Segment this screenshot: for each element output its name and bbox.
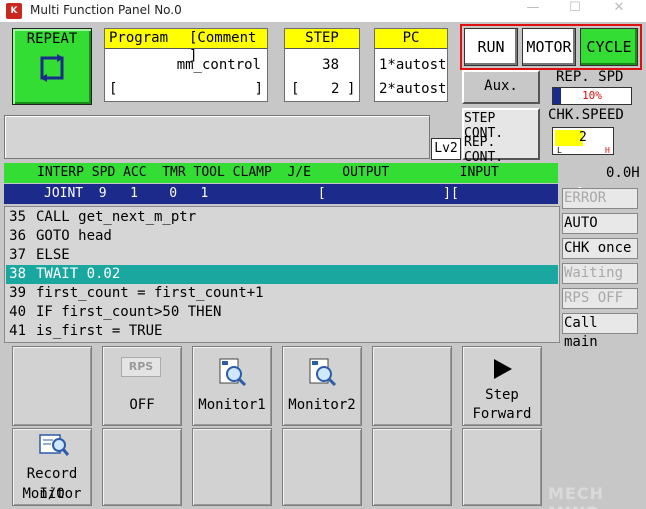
step-sub-close: ] (347, 81, 356, 97)
empty-tile-5[interactable] (282, 428, 362, 506)
monitor2-label: Monitor2 (288, 397, 356, 413)
monitor2-button[interactable]: Monitor2 (282, 346, 362, 426)
step-forward-line-1: Step (485, 387, 519, 403)
program-comment-open: [ (109, 81, 118, 97)
run-button[interactable]: RUN (464, 28, 518, 66)
status-columns-header: INTERP SPD ACC TMR TOOL CLAMP J/E OUTPUT… (4, 163, 558, 183)
message-area (4, 115, 430, 159)
monitor1-button[interactable]: Monitor1 (192, 346, 272, 426)
program-line[interactable]: 39 first_count = first_count+1 (6, 284, 558, 303)
chk-speed-high: H (605, 146, 610, 155)
pc-box[interactable]: PC 1*autost 2*autost (374, 28, 448, 102)
program-line-number: 38 (9, 266, 26, 282)
status-right-value: 0.0H (606, 165, 640, 181)
repeat-label: REPEAT (26, 31, 78, 47)
step-sub-value: 2 (331, 81, 340, 97)
program-line-number: 37 (9, 247, 26, 263)
program-line-text: first_count = first_count+1 (36, 285, 264, 301)
aux-label: Aux. (484, 78, 518, 94)
program-line-text: TWAIT 0.02 (36, 266, 121, 282)
side-button-error[interactable]: ERROR (562, 188, 638, 209)
cont-mode-button[interactable]: STEP CONT. REP. CONT. (462, 108, 540, 165)
rps-button[interactable]: RPS OFF (102, 346, 182, 426)
side-button-call-main[interactable]: Call main (562, 313, 638, 350)
side-button-auto[interactable]: AUTO (562, 213, 638, 234)
program-name: mm_control (176, 57, 261, 73)
motor-button[interactable]: MOTOR (522, 28, 576, 66)
motor-label: MOTOR (526, 38, 572, 56)
level-indicator[interactable]: Lv2 (431, 138, 461, 160)
title-bar: K Multi Function Panel No.0 — ☐ ✕ (0, 0, 646, 22)
repeat-button[interactable]: REPEAT (12, 28, 92, 105)
empty-tile-3[interactable] (102, 428, 182, 506)
maximize-button[interactable]: ☐ (552, 0, 598, 22)
empty-tile-2[interactable] (372, 346, 452, 426)
step-forward-button[interactable]: Step Forward (462, 346, 542, 426)
program-line-text: ELSE (36, 247, 70, 263)
program-line-number: 39 (9, 285, 26, 301)
step-sub-open: [ (291, 81, 300, 97)
chk-speed-box[interactable]: 2 L H (552, 127, 614, 155)
program-header: Program [Comment ] (105, 29, 267, 64)
program-line[interactable]: 36 GOTO head (6, 227, 558, 246)
app-icon: K (6, 3, 22, 19)
program-line-number: 40 (9, 304, 26, 320)
step-forward-line-2: Forward (472, 406, 532, 422)
watermark: MECH MIND (548, 484, 604, 509)
program-box[interactable]: Program [Comment ] mm_control [ ] (104, 28, 268, 102)
minimize-button[interactable]: — (510, 0, 556, 22)
step-value: 38 (322, 57, 339, 73)
rep-spd-bar[interactable]: 10% (552, 87, 632, 105)
run-label: RUN (477, 38, 505, 56)
empty-tile-1[interactable] (12, 346, 92, 426)
program-line-text: is_first = TRUE (36, 323, 163, 339)
chk-speed-low: L (557, 146, 562, 155)
program-line-text: GOTO head (36, 228, 112, 244)
program-line-number: 36 (9, 228, 26, 244)
chk-speed-value: 2 (579, 130, 587, 145)
program-header-label: Program (109, 30, 169, 46)
program-line-text: IF first_count>50 THEN (36, 304, 222, 320)
chk-speed-label: CHK.SPEED (548, 107, 624, 123)
side-button-chk-once[interactable]: CHK once (562, 238, 638, 259)
rps-icon: RPS (121, 357, 161, 377)
aux-button[interactable]: Aux. (462, 70, 540, 104)
play-forward-icon (494, 359, 512, 379)
rps-value: OFF (129, 397, 155, 413)
monitor-magnifier-icon (309, 358, 337, 387)
program-line[interactable]: 41 is_first = TRUE (6, 322, 558, 341)
program-line-number: 41 (9, 323, 26, 339)
monitor1-label: Monitor1 (198, 397, 266, 413)
empty-tile-7[interactable] (462, 428, 542, 506)
side-button-waiting[interactable]: Waiting (562, 263, 638, 284)
record-io-monitor-button[interactable]: Record I/O Monitor (12, 428, 92, 506)
side-button-rps-off[interactable]: RPS OFF (562, 288, 638, 309)
empty-tile-6[interactable] (372, 428, 452, 506)
rep-spd-value: 10% (582, 89, 602, 102)
cycle-label: CYCLE (586, 38, 632, 56)
step-box[interactable]: STEP 38 [ 2 ] (284, 28, 360, 102)
window-title: Multi Function Panel No.0 (30, 3, 182, 17)
record-io-line-2: Monitor (22, 486, 82, 502)
program-comment-close: ] (254, 81, 263, 97)
program-line[interactable]: 37 ELSE (6, 246, 558, 265)
program-line-text: CALL get_next_m_ptr (36, 209, 197, 225)
repeat-icon (40, 54, 64, 82)
close-button[interactable]: ✕ (596, 0, 642, 22)
program-line[interactable]: 40 IF first_count>50 THEN (6, 303, 558, 322)
step-header: STEP (285, 29, 359, 49)
monitor-magnifier-icon (219, 358, 247, 387)
pc-line-2: 2*autost (379, 81, 447, 97)
cycle-button[interactable]: CYCLE (580, 28, 638, 66)
status-values-row: JOINT 9 1 0 1 [ ][ ] (4, 184, 584, 204)
pc-header: PC (375, 29, 447, 49)
program-line-number: 35 (9, 209, 26, 225)
empty-tile-4[interactable] (192, 428, 272, 506)
program-line[interactable]: 35 CALL get_next_m_ptr (6, 208, 558, 227)
record-io-icon (39, 434, 69, 456)
rep-cont-label: REP. CONT. (464, 135, 504, 165)
program-line[interactable]: 38 TWAIT 0.02 (6, 265, 558, 284)
pc-line-1: 1*autost (379, 57, 447, 73)
rep-spd-label: REP. SPD (556, 69, 624, 85)
